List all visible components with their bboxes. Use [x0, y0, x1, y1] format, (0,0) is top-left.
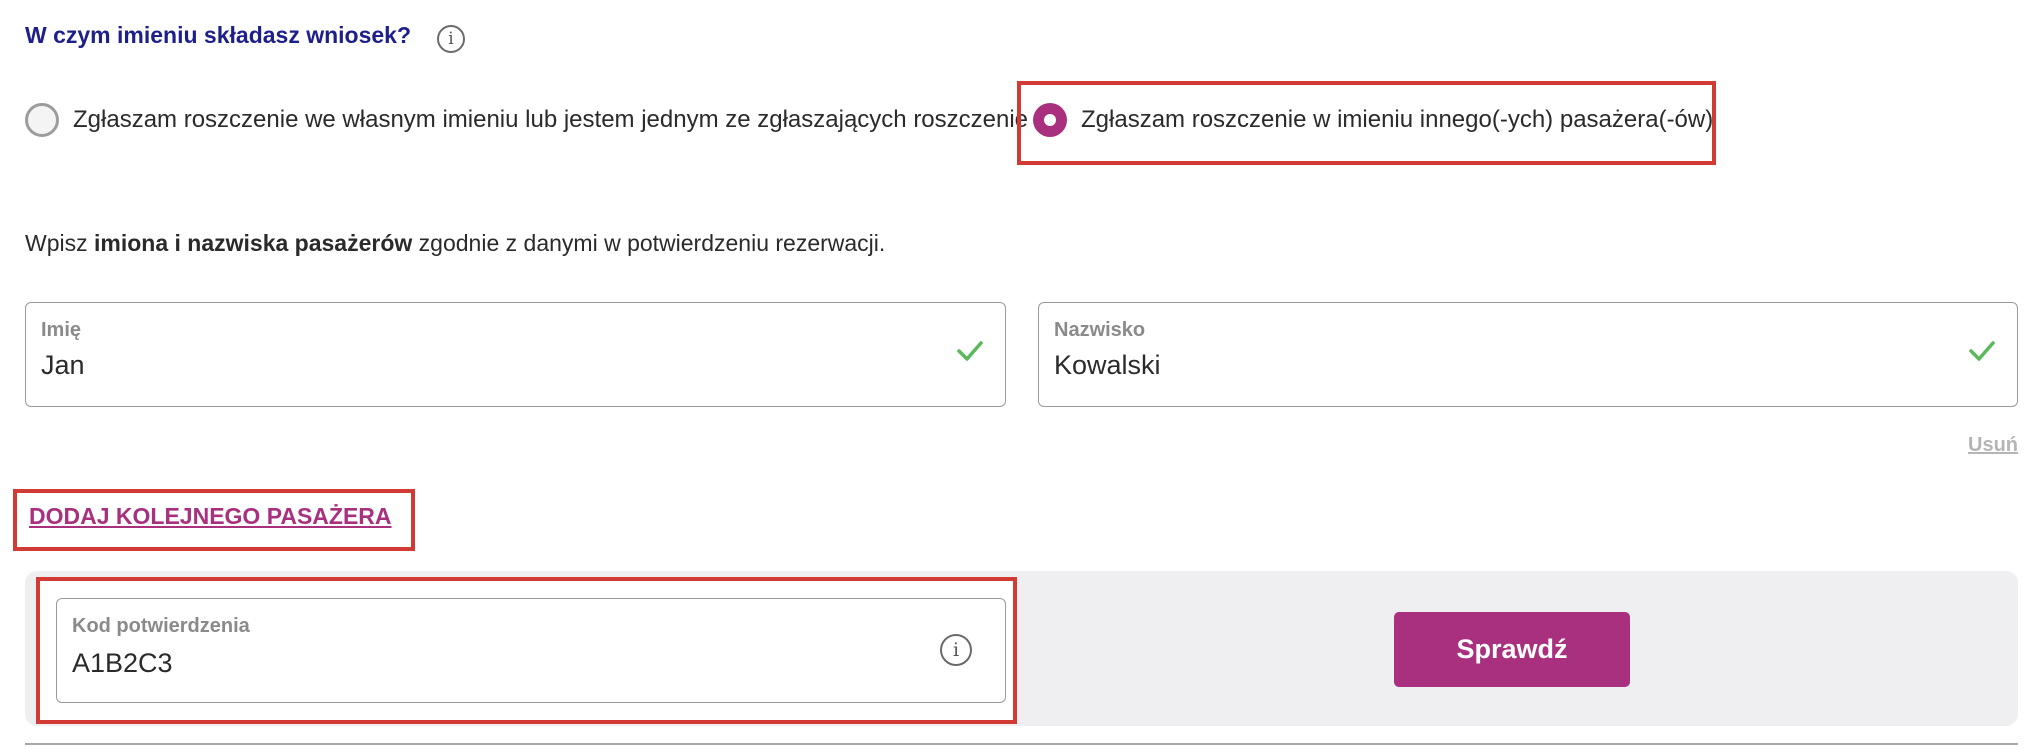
- info-icon-glyph: i: [448, 29, 454, 49]
- info-icon[interactable]: i: [437, 25, 465, 53]
- confirmation-code-label: Kod potwierdzenia: [72, 615, 250, 637]
- confirmation-code-field[interactable]: Kod potwierdzenia A1B2C3 i: [56, 598, 1006, 703]
- confirmation-code-value[interactable]: A1B2C3: [72, 648, 173, 679]
- instruction-suffix: zgodnie z danymi w potwierdzeniu rezerwa…: [412, 230, 886, 256]
- question-heading: W czym imieniu składasz wniosek?: [25, 22, 412, 48]
- first-name-value[interactable]: Jan: [41, 350, 85, 381]
- add-passenger-link[interactable]: DODAJ KOLEJNEGO PASAŻERA: [29, 503, 392, 530]
- last-name-field[interactable]: Nazwisko Kowalski: [1038, 302, 2018, 407]
- radio-own-name[interactable]: [25, 103, 59, 137]
- radio-selected-dot: [1044, 114, 1056, 126]
- radio-other-passenger-label[interactable]: Zgłaszam roszczenie w imieniu innego(-yc…: [1081, 106, 1713, 134]
- info-icon[interactable]: i: [940, 634, 972, 666]
- section-divider: [25, 743, 2018, 745]
- passenger-instruction: Wpisz imiona i nazwiska pasażerów zgodni…: [25, 230, 885, 257]
- info-icon-glyph: i: [952, 639, 960, 661]
- instruction-prefix: Wpisz: [25, 230, 94, 256]
- last-name-value[interactable]: Kowalski: [1054, 350, 1161, 381]
- check-button[interactable]: Sprawdź: [1394, 612, 1630, 687]
- first-name-field[interactable]: Imię Jan: [25, 302, 1006, 407]
- radio-own-name-label[interactable]: Zgłaszam roszczenie we własnym imieniu l…: [73, 106, 1028, 134]
- instruction-bold: imiona i nazwiska pasażerów: [94, 230, 413, 256]
- valid-check-icon: [957, 341, 983, 361]
- first-name-label: Imię: [41, 319, 82, 341]
- last-name-label: Nazwisko: [1054, 319, 1146, 341]
- remove-passenger-link[interactable]: Usuń: [1968, 434, 2018, 457]
- radio-other-passenger[interactable]: [1033, 103, 1067, 137]
- valid-check-icon: [1969, 341, 1995, 361]
